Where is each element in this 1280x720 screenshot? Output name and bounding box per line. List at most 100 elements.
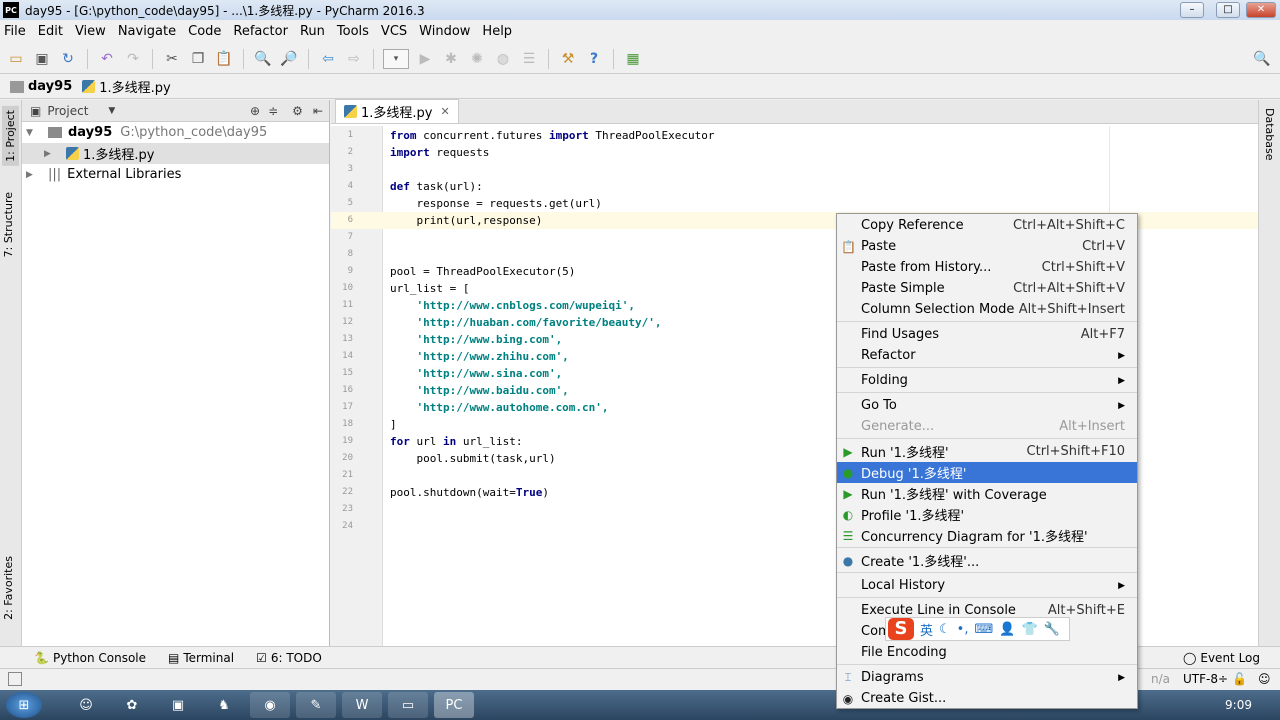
copy-icon[interactable]: ❐ (188, 49, 208, 69)
context-menu-item[interactable]: ● Create '1.多线程'... (837, 550, 1137, 571)
close-tab-icon[interactable]: ✕ (440, 105, 449, 118)
cut-icon[interactable]: ✂ (162, 49, 182, 69)
context-menu-item[interactable]: Generate... Alt+Insert (837, 416, 1137, 437)
taskbar-chrome-icon[interactable]: ◉ (250, 692, 290, 718)
context-menu-item[interactable]: Local History ▶ (837, 575, 1137, 596)
find-icon[interactable]: 🔍 (253, 49, 273, 69)
menu-file[interactable]: File (4, 24, 26, 39)
context-menu-item[interactable]: ● Debug '1.多线程' (837, 462, 1137, 483)
punctuation-icon[interactable]: •, (957, 622, 969, 637)
taskbar-explorer-icon[interactable]: ▭ (388, 692, 428, 718)
paste-icon[interactable]: 📋 (214, 49, 234, 69)
skin-icon[interactable]: 👕 (1021, 622, 1037, 637)
tab-python-console[interactable]: Python Console (53, 651, 146, 665)
menu-run[interactable]: Run (300, 24, 325, 39)
minimize-button[interactable]: – (1180, 2, 1204, 18)
taskbar-pycharm-icon[interactable]: PC (434, 692, 474, 718)
hide-icon[interactable]: ⇤ (313, 104, 323, 118)
context-menu-item[interactable]: File Encoding (837, 642, 1137, 663)
context-menu-item[interactable]: Paste from History... Ctrl+Shift+V (837, 257, 1137, 278)
open-folder-icon[interactable]: ▭ (6, 49, 26, 69)
maximize-button[interactable]: □ (1216, 2, 1240, 18)
context-menu-item[interactable]: ⌶ Diagrams ▶ (837, 667, 1137, 688)
tab-structure[interactable]: 7: Structure (2, 192, 15, 257)
context-menu-item[interactable]: Folding ▶ (837, 370, 1137, 391)
context-menu-item[interactable]: ◐ Profile '1.多线程' (837, 504, 1137, 525)
menu-vcs[interactable]: VCS (381, 24, 407, 39)
menu-code[interactable]: Code (188, 24, 221, 39)
taskbar-app-icon[interactable]: ☺ (66, 692, 106, 718)
code-line[interactable]: 1 from concurrent.futures import ThreadPo… (331, 127, 1258, 144)
tab-project[interactable]: 1: Project (2, 106, 19, 166)
context-menu-item[interactable]: ▶ Run '1.多线程' with Coverage (837, 483, 1137, 504)
toggle-tool-windows-icon[interactable] (8, 672, 22, 686)
start-button[interactable]: ⊞ (6, 692, 42, 718)
sdk-icon[interactable]: ▦ (623, 49, 643, 69)
clock[interactable]: 9:09 (1225, 698, 1252, 712)
context-menu-item[interactable]: Go To ▶ (837, 395, 1137, 416)
menu-refactor[interactable]: Refactor (233, 24, 288, 39)
menu-edit[interactable]: Edit (38, 24, 63, 39)
context-menu-item[interactable]: 📋 Paste Ctrl+V (837, 236, 1137, 257)
taskbar-save-icon[interactable]: ▣ (158, 692, 198, 718)
user-icon[interactable]: 👤 (999, 622, 1015, 637)
taskbar-app-icon[interactable]: ✿ (112, 692, 152, 718)
search-everywhere-icon[interactable]: 🔍 (1252, 49, 1272, 69)
expand-arrow-icon[interactable]: ▶ (26, 170, 40, 180)
code-line[interactable]: 5 response = requests.get(url) (331, 195, 1258, 212)
keyboard-icon[interactable]: ⌨ (974, 622, 993, 637)
tab-file[interactable]: 1.多线程.py ✕ (335, 99, 459, 123)
menu-tools[interactable]: Tools (337, 24, 369, 39)
tree-item-file[interactable]: ▶ 1.多线程.py (22, 143, 329, 164)
concurrency-icon[interactable]: ☰ (519, 49, 539, 69)
taskbar-notepad-icon[interactable]: ✎ (296, 692, 336, 718)
save-icon[interactable]: ▣ (32, 49, 52, 69)
debug-icon[interactable]: ✱ (441, 49, 461, 69)
menu-view[interactable]: View (75, 24, 106, 39)
help-icon[interactable]: ? (584, 49, 604, 69)
tab-terminal[interactable]: Terminal (183, 651, 234, 665)
undo-icon[interactable]: ↶ (97, 49, 117, 69)
code-line[interactable]: 4 def task(url): (331, 178, 1258, 195)
menu-window[interactable]: Window (419, 24, 470, 39)
gear-icon[interactable]: ⚙ (292, 104, 303, 118)
run-config-dropdown[interactable]: ▾ (383, 48, 409, 69)
context-menu-item[interactable]: ▶ Run '1.多线程' Ctrl+Shift+F10 (837, 441, 1137, 462)
context-menu-item[interactable]: Paste Simple Ctrl+Alt+Shift+V (837, 278, 1137, 299)
context-menu-item[interactable]: Copy Reference Ctrl+Alt+Shift+C (837, 215, 1137, 236)
context-menu-item[interactable]: Find Usages Alt+F7 (837, 324, 1137, 345)
project-view-dropdown[interactable]: Project (47, 104, 88, 118)
profile-icon[interactable]: ◍ (493, 49, 513, 69)
close-button[interactable]: ✕ (1246, 2, 1276, 18)
encoding-selector[interactable]: UTF-8÷ (1183, 672, 1228, 686)
replace-icon[interactable]: 🔎 (279, 49, 299, 69)
settings-icon[interactable]: ⚒ (558, 49, 578, 69)
moon-icon[interactable]: ☾ (939, 622, 951, 637)
tree-item-day95[interactable]: ▼ day95 G:\python_code\day95 (22, 122, 329, 143)
locate-icon[interactable]: ⊕ (250, 104, 260, 118)
expand-arrow-icon[interactable]: ▼ (26, 128, 40, 138)
menu-navigate[interactable]: Navigate (118, 24, 176, 39)
event-log-button[interactable]: Event Log (1200, 651, 1260, 665)
sync-icon[interactable]: ↻ (58, 49, 78, 69)
context-menu-item[interactable]: Refactor ▶ (837, 345, 1137, 366)
context-menu-item[interactable]: ◉ Create Gist... (837, 688, 1137, 709)
breadcrumb-project[interactable]: day95 (28, 79, 72, 94)
back-icon[interactable]: ⇦ (318, 49, 338, 69)
redo-icon[interactable]: ↷ (123, 49, 143, 69)
code-line[interactable]: 2 import requests (331, 144, 1258, 161)
sogou-logo-icon[interactable]: S (888, 618, 914, 640)
taskbar-app-icon[interactable]: ♞ (204, 692, 244, 718)
forward-icon[interactable]: ⇨ (344, 49, 364, 69)
breadcrumb-file[interactable]: 1.多线程.py (99, 77, 170, 96)
taskbar-word-icon[interactable]: W (342, 692, 382, 718)
inspector-icon[interactable]: ☺ (1258, 672, 1271, 686)
tab-todo[interactable]: 6: TODO (271, 651, 322, 665)
tab-database[interactable]: Database (1263, 108, 1276, 161)
code-line[interactable]: 3 (331, 161, 1258, 178)
tab-favorites[interactable]: 2: Favorites (2, 556, 15, 620)
collapse-icon[interactable]: ≑ (268, 104, 278, 118)
run-icon[interactable]: ▶ (415, 49, 435, 69)
menu-help[interactable]: Help (482, 24, 512, 39)
ime-mode-toggle[interactable]: 英 (920, 620, 933, 639)
